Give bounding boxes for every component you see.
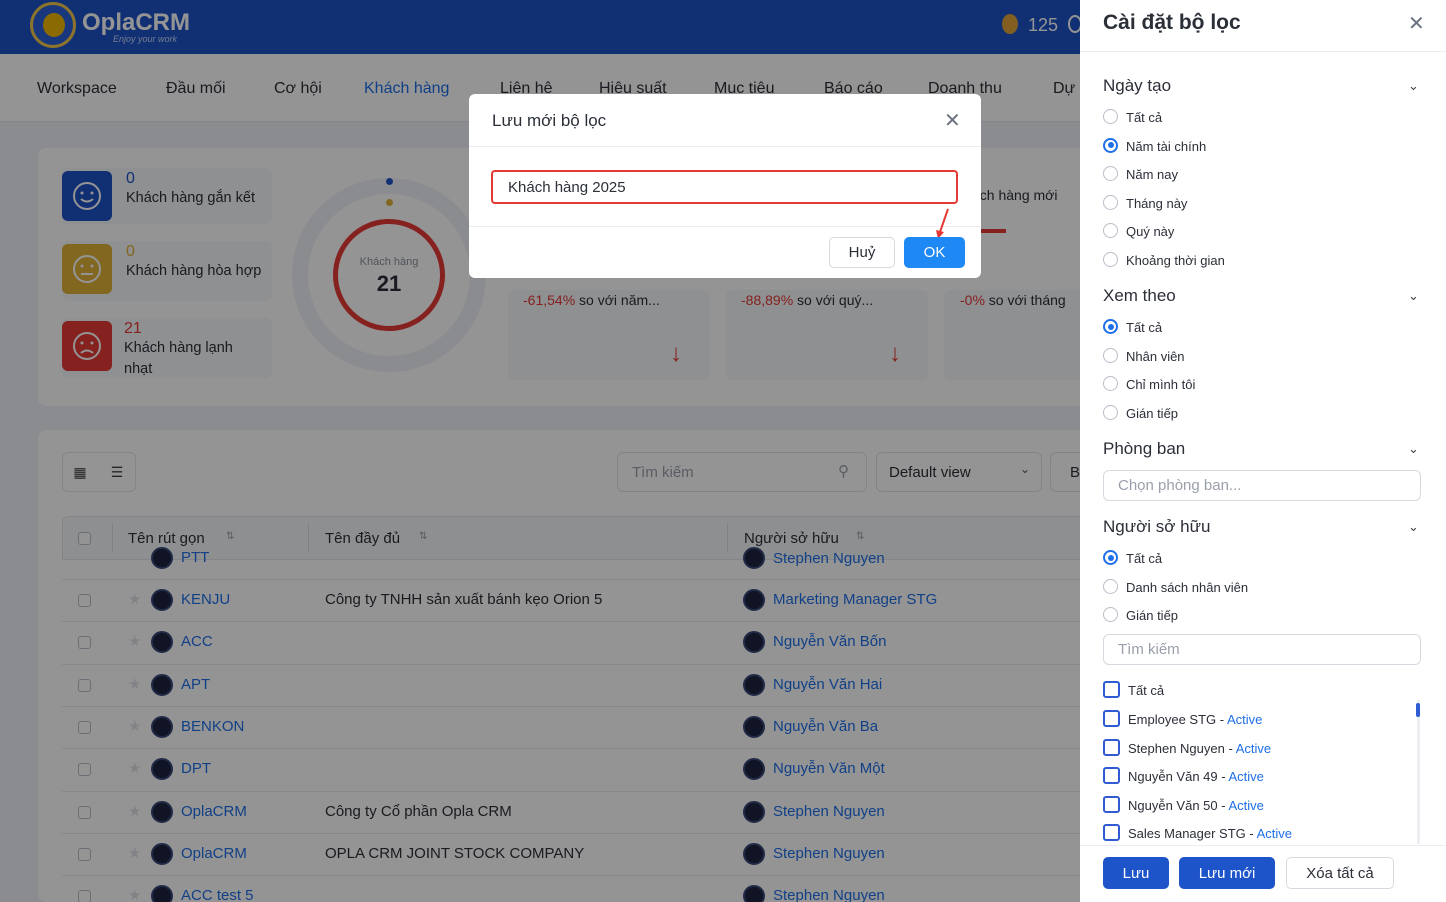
employee-status: Active [1226, 712, 1263, 727]
ok-button[interactable]: OK [904, 237, 965, 268]
close-icon[interactable]: ✕ [1408, 11, 1425, 36]
radio-view_by-1[interactable] [1103, 347, 1118, 363]
employee-status: Active [1228, 769, 1264, 785]
annotation-arrow-icon [936, 208, 949, 239]
radio-owner-0[interactable] [1103, 550, 1118, 565]
radio-view_by-0[interactable] [1103, 319, 1118, 334]
employee-checkbox[interactable] [1103, 738, 1120, 756]
employee-item[interactable]: Nguyễn Văn 49 - Active [1128, 769, 1264, 784]
chevron-down-icon[interactable]: ⌄ [1408, 519, 1419, 535]
employee-checkbox[interactable] [1103, 767, 1120, 785]
modal-title: Lưu mới bộ lọc [492, 111, 607, 130]
employee-item[interactable]: Sales Manager STG - Active [1128, 826, 1292, 841]
check-all-label: Tất cả [1128, 683, 1165, 698]
radio-label[interactable]: Năm tài chính [1126, 139, 1206, 154]
chevron-down-icon[interactable]: ⌄ [1408, 78, 1419, 94]
check-all-checkbox[interactable] [1103, 681, 1120, 698]
radio-label[interactable]: Tất cả [1126, 320, 1162, 335]
employee-item[interactable]: Nguyễn Văn 50 - Active [1128, 798, 1264, 813]
employee-name: Nguyễn Văn 50 - [1128, 797, 1229, 813]
radio-label[interactable]: Năm nay [1126, 167, 1178, 182]
radio-created-1[interactable] [1103, 137, 1118, 153]
radio-label[interactable]: Quý này [1126, 224, 1174, 239]
chevron-down-icon[interactable]: ⌄ [1408, 288, 1419, 304]
divider [469, 146, 981, 147]
employee-checkbox[interactable] [1103, 795, 1120, 813]
owner-search-input[interactable] [1103, 634, 1421, 665]
divider [469, 226, 981, 227]
employee-status: Active [1256, 826, 1293, 842]
department-select[interactable] [1103, 470, 1421, 501]
radio-label[interactable]: Tất cả [1126, 551, 1162, 566]
section-created-date[interactable]: Ngày tạo [1103, 76, 1171, 96]
radio-created-5[interactable] [1103, 252, 1118, 267]
save-filter-button[interactable]: Lưu [1103, 857, 1169, 889]
employee-name: Employee STG - [1128, 712, 1227, 727]
employee-item[interactable]: Stephen Nguyen - Active [1128, 741, 1271, 756]
cancel-button[interactable]: Huỷ [829, 237, 895, 268]
save-new-filter-button[interactable]: Lưu mới [1179, 857, 1275, 889]
radio-label[interactable]: Gián tiếp [1126, 406, 1178, 421]
filter-panel-title: Cài đặt bộ lọc [1103, 11, 1241, 34]
filter-name-input[interactable] [491, 170, 958, 204]
radio-label[interactable]: Gián tiếp [1126, 608, 1178, 623]
employee-checkbox[interactable] [1103, 710, 1120, 727]
scrollbar[interactable] [1417, 700, 1420, 844]
employee-name: Stephen Nguyen - [1128, 740, 1236, 756]
radio-label[interactable]: Nhân viên [1126, 349, 1185, 364]
scrollbar-thumb[interactable] [1416, 703, 1420, 717]
divider [1080, 51, 1446, 52]
radio-owner-1[interactable] [1103, 578, 1118, 594]
employee-name: Nguyễn Văn 49 - [1128, 769, 1229, 785]
section-view-by[interactable]: Xem theo [1103, 286, 1176, 306]
employee-item[interactable]: Employee STG - Active [1128, 712, 1262, 727]
chevron-down-icon[interactable]: ⌄ [1408, 441, 1419, 457]
radio-created-3[interactable] [1103, 194, 1118, 210]
section-owner[interactable]: Người sở hữu [1103, 517, 1210, 537]
radio-label[interactable]: Chỉ mình tôi [1126, 377, 1195, 392]
section-department[interactable]: Phòng ban [1103, 439, 1185, 459]
close-icon[interactable]: ✕ [944, 108, 961, 133]
radio-label[interactable]: Tháng này [1126, 196, 1187, 211]
employee-checkbox[interactable] [1103, 824, 1120, 842]
radio-label[interactable]: Danh sách nhân viên [1126, 580, 1248, 595]
employee-status: Active [1228, 797, 1264, 813]
employee-name: Sales Manager STG - [1128, 826, 1257, 842]
radio-view_by-3[interactable] [1103, 404, 1118, 420]
radio-created-0[interactable] [1103, 109, 1118, 124]
clear-all-button[interactable]: Xóa tất cả [1286, 857, 1394, 889]
radio-label[interactable]: Tất cả [1126, 110, 1162, 125]
employee-status: Active [1235, 740, 1272, 756]
radio-label[interactable]: Khoảng thời gian [1126, 253, 1225, 268]
